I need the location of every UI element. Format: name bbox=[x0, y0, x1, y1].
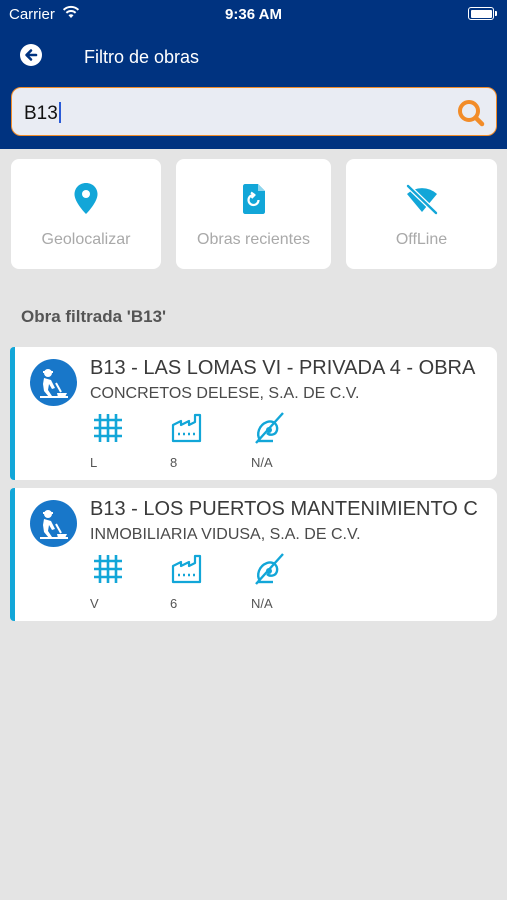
work-title: B13 - LOS PUERTOS MANTENIMIENTO C bbox=[90, 498, 478, 520]
location-pin-icon bbox=[11, 181, 161, 217]
factory-value: 8 bbox=[170, 455, 178, 470]
recent-works-button[interactable]: Obras recientes bbox=[176, 159, 331, 269]
work-list-item[interactable]: B13 - LOS PUERTOS MANTENIMIENTO C INMOBI… bbox=[10, 488, 497, 621]
work-company: CONCRETOS DELESE, S.A. DE C.V. bbox=[90, 385, 360, 402]
pump-unavailable-icon bbox=[251, 551, 287, 587]
construction-worker-icon bbox=[30, 500, 77, 547]
battery-icon bbox=[468, 7, 497, 20]
recent-document-icon bbox=[176, 181, 331, 217]
pump-value: N/A bbox=[251, 455, 273, 470]
text-caret bbox=[58, 102, 61, 123]
grid-icon bbox=[90, 551, 126, 587]
search-icon[interactable] bbox=[456, 98, 486, 133]
geolocate-button[interactable]: Geolocalizar bbox=[11, 159, 161, 269]
pump-value: N/A bbox=[251, 596, 273, 611]
factory-icon bbox=[170, 410, 206, 446]
offline-label: OffLine bbox=[395, 231, 448, 248]
status-time: 9:36 AM bbox=[225, 6, 282, 23]
status-bar: Carrier 9:36 AM bbox=[0, 0, 507, 30]
grid-value: V bbox=[90, 596, 99, 611]
work-title: B13 - LAS LOMAS VI - PRIVADA 4 - OBRA bbox=[90, 357, 476, 379]
offline-button[interactable]: OffLine bbox=[346, 159, 497, 269]
page-title: Filtro de obras bbox=[84, 47, 200, 67]
app-header: Carrier 9:36 AM Filtro de obras B13 bbox=[0, 0, 507, 149]
recent-works-label: Obras recientes bbox=[197, 231, 310, 248]
construction-worker-icon bbox=[30, 359, 77, 406]
work-list-item[interactable]: B13 - LAS LOMAS VI - PRIVADA 4 - OBRA CO… bbox=[10, 347, 497, 480]
grid-icon bbox=[90, 410, 126, 446]
pump-unavailable-icon bbox=[251, 410, 287, 446]
grid-value: L bbox=[90, 455, 98, 470]
wifi-off-icon bbox=[346, 181, 497, 217]
work-company: INMOBILIARIA VIDUSA, S.A. DE C.V. bbox=[90, 526, 361, 543]
search-input[interactable]: B13 bbox=[11, 87, 497, 136]
search-input-value[interactable]: B13 bbox=[24, 102, 61, 125]
back-arrow-icon[interactable] bbox=[20, 44, 42, 66]
geolocate-label: Geolocalizar bbox=[41, 231, 131, 248]
factory-value: 6 bbox=[170, 596, 178, 611]
factory-icon bbox=[170, 551, 206, 587]
results-heading: Obra filtrada 'B13' bbox=[21, 307, 167, 326]
